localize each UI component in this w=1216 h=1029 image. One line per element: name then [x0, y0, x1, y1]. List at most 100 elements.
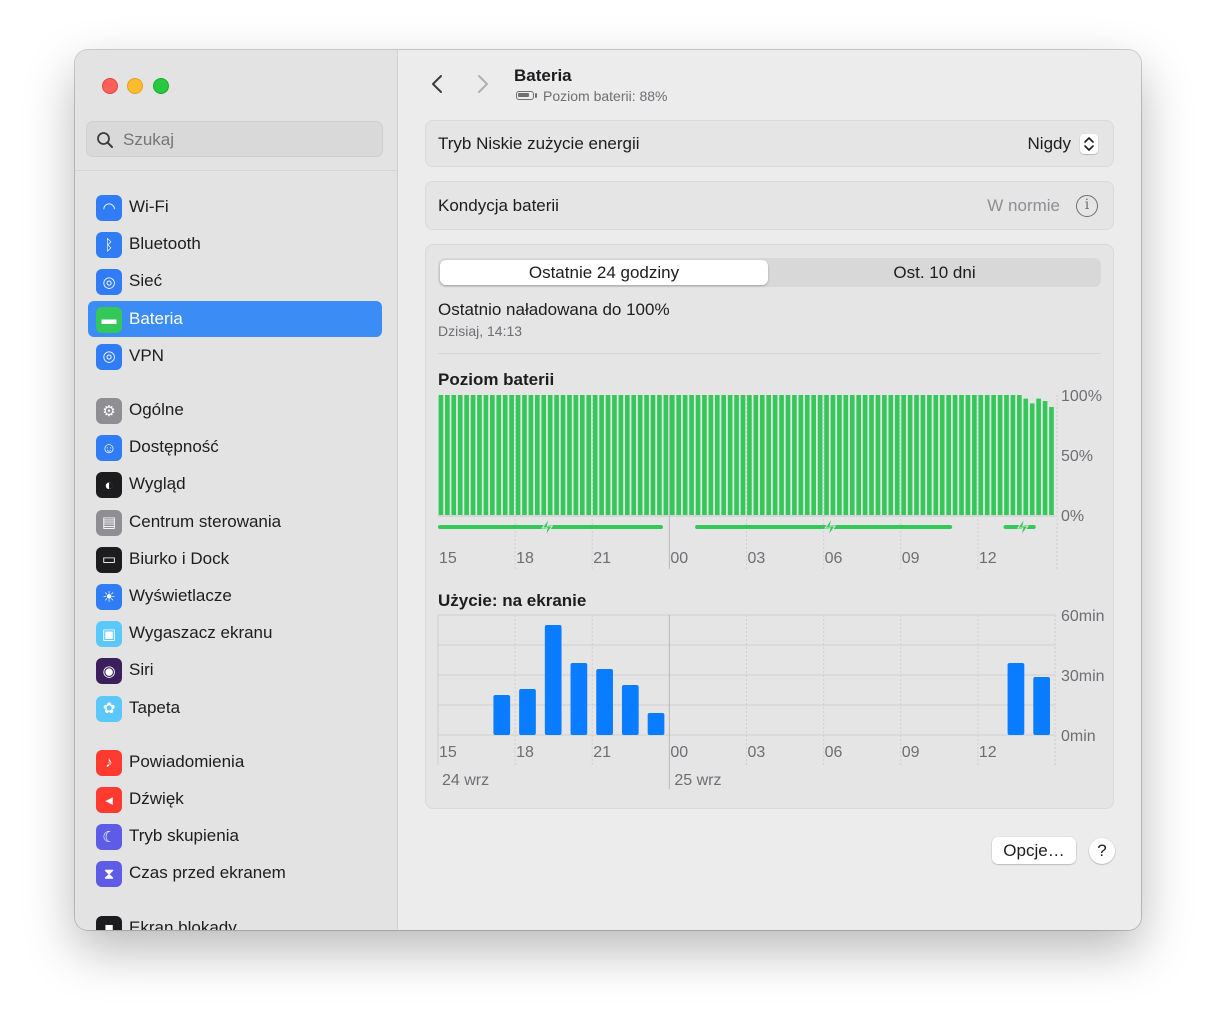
battery-bar [721, 395, 727, 515]
usage-bar [570, 663, 588, 735]
options-button[interactable]: Opcje… [992, 837, 1076, 864]
battery-bar [965, 395, 971, 515]
x-tick-label: 15 [439, 744, 457, 761]
date-label: 24 wrz [442, 772, 489, 789]
battery-bar [927, 395, 932, 515]
battery-level-chart: 100% 50% 0% 15 18 21 00 03 06 09 12 [438, 388, 1102, 569]
sidebar-item-control-center[interactable]: ▤ Centrum sterowania [88, 504, 382, 540]
minimize-window-button[interactable] [127, 78, 143, 94]
sidebar-item-bell[interactable]: ♪ Powiadomienia [88, 744, 382, 780]
x-tick-label: 21 [593, 550, 611, 567]
tab-last-24-hours[interactable]: Ostatnie 24 godziny [440, 260, 768, 285]
x-tick-label: 18 [516, 550, 534, 567]
sidebar-item-siri[interactable]: ◉ Siri [88, 652, 382, 688]
back-button[interactable] [426, 72, 448, 96]
battery-bar [1049, 407, 1054, 515]
forward-button[interactable] [472, 72, 494, 96]
x-tick-label: 12 [979, 550, 997, 567]
battery-bar [573, 395, 579, 515]
help-button[interactable]: ? [1089, 838, 1115, 864]
sidebar-item-appearance[interactable]: ◐ Wygląd [88, 466, 382, 502]
sidebar-item-label: Wygaszacz ekranu [129, 623, 273, 643]
x-tick-label: 09 [902, 550, 920, 567]
sidebar-item-lock[interactable]: ■ Ekran blokady [88, 910, 382, 930]
battery-bar [727, 395, 733, 515]
time-range-segmented-control: Ostatnie 24 godziny Ost. 10 dni [438, 258, 1101, 287]
battery-health-value: W normie [987, 196, 1060, 215]
sidebar-item-wifi[interactable]: ◠ Wi-Fi [88, 189, 382, 225]
battery-bar [657, 395, 662, 515]
sidebar-item-vpn-globe[interactable]: ◎ VPN [88, 338, 382, 374]
info-icon[interactable]: i [1076, 195, 1098, 217]
battery-bar [445, 395, 450, 515]
battery-bar [554, 395, 559, 515]
battery-bar [792, 395, 797, 515]
battery-bar [824, 395, 829, 515]
sidebar: ◠ Wi-Fi ᛒ Bluetooth ◎ Sieć ▬ Bateria ◎ VPN ⚙ Ogólne… [75, 50, 398, 930]
battery-bar [882, 395, 887, 515]
globe-icon: ◎ [96, 269, 122, 296]
low-power-row: Tryb Niskie zużycie energii Nigdy [425, 120, 1114, 167]
battery-bar [952, 395, 958, 515]
sidebar-item-speaker[interactable]: ◂ Dźwięk [88, 781, 382, 817]
battery-bar [618, 395, 624, 515]
battery-bar [779, 395, 784, 515]
y-tick-label: 60min [1061, 608, 1105, 625]
battery-bar [862, 395, 868, 515]
battery-bar [522, 395, 527, 515]
sidebar-item-sun[interactable]: ☀ Wyświetlacze [88, 578, 382, 614]
battery-bar [451, 395, 457, 515]
screensaver-icon: ▣ [96, 621, 122, 648]
x-tick-label: 03 [748, 744, 766, 761]
separator [438, 353, 1101, 354]
sidebar-item-screensaver[interactable]: ▣ Wygaszacz ekranu [88, 615, 382, 651]
sidebar-item-accessibility[interactable]: ☺ Dostępność [88, 429, 382, 465]
battery-status-icon-tip [535, 93, 537, 98]
sidebar-item-flower[interactable]: ✿ Tapeta [88, 690, 382, 726]
x-tick-label: 06 [825, 744, 843, 761]
sidebar-item-hourglass[interactable]: ⧗ Czas przed ekranem [88, 855, 382, 891]
battery-bar [1004, 395, 1009, 515]
battery-bar [496, 395, 502, 515]
sidebar-item-moon[interactable]: ☾ Tryb skupienia [88, 818, 382, 854]
battery-bar [438, 395, 444, 515]
search-input[interactable] [123, 130, 363, 150]
search-field[interactable] [86, 121, 383, 157]
battery-bar [766, 395, 772, 515]
battery-bar [579, 395, 585, 515]
battery-bar [714, 395, 720, 515]
battery-bar [689, 395, 694, 515]
battery-bar [502, 395, 508, 515]
low-power-select[interactable]: Nigdy [1028, 134, 1071, 154]
sidebar-item-gear[interactable]: ⚙ Ogólne [88, 392, 382, 428]
sidebar-item-label: Bateria [129, 308, 183, 328]
battery-bar [759, 395, 765, 515]
select-stepper[interactable] [1080, 134, 1098, 154]
sidebar-item-dock[interactable]: ▭ Biurko i Dock [88, 541, 382, 577]
battery-bar [843, 395, 849, 515]
battery-bar [991, 395, 996, 515]
battery-bar [663, 395, 669, 515]
battery-bar [907, 395, 913, 515]
sidebar-item-label: Tryb skupienia [129, 826, 239, 846]
control-center-icon: ▤ [96, 509, 122, 536]
chevron-left-icon [432, 75, 442, 93]
battery-bar [509, 395, 514, 515]
sidebar-item-label: Ogólne [129, 400, 184, 419]
close-window-button[interactable] [102, 78, 118, 94]
sidebar-item-bluetooth[interactable]: ᛒ Bluetooth [88, 226, 382, 262]
sidebar-item-battery[interactable]: ▬ Bateria [88, 300, 382, 337]
battery-bar [490, 395, 495, 515]
zoom-window-button[interactable] [153, 78, 169, 94]
tab-last-10-days[interactable]: Ost. 10 dni [770, 260, 1099, 285]
battery-bar [599, 395, 604, 515]
battery-bar [457, 395, 463, 515]
usage-card: Ostatnie 24 godziny Ost. 10 dni Ostatnio… [425, 244, 1114, 809]
sidebar-item-label: Czas przed ekranem [129, 863, 286, 883]
battery-bar [837, 395, 842, 515]
wifi-icon: ◠ [96, 195, 122, 221]
usage-bar [493, 695, 511, 735]
battery-bar [631, 395, 637, 515]
battery-bar [676, 395, 682, 515]
sidebar-item-globe[interactable]: ◎ Sieć [88, 263, 382, 299]
